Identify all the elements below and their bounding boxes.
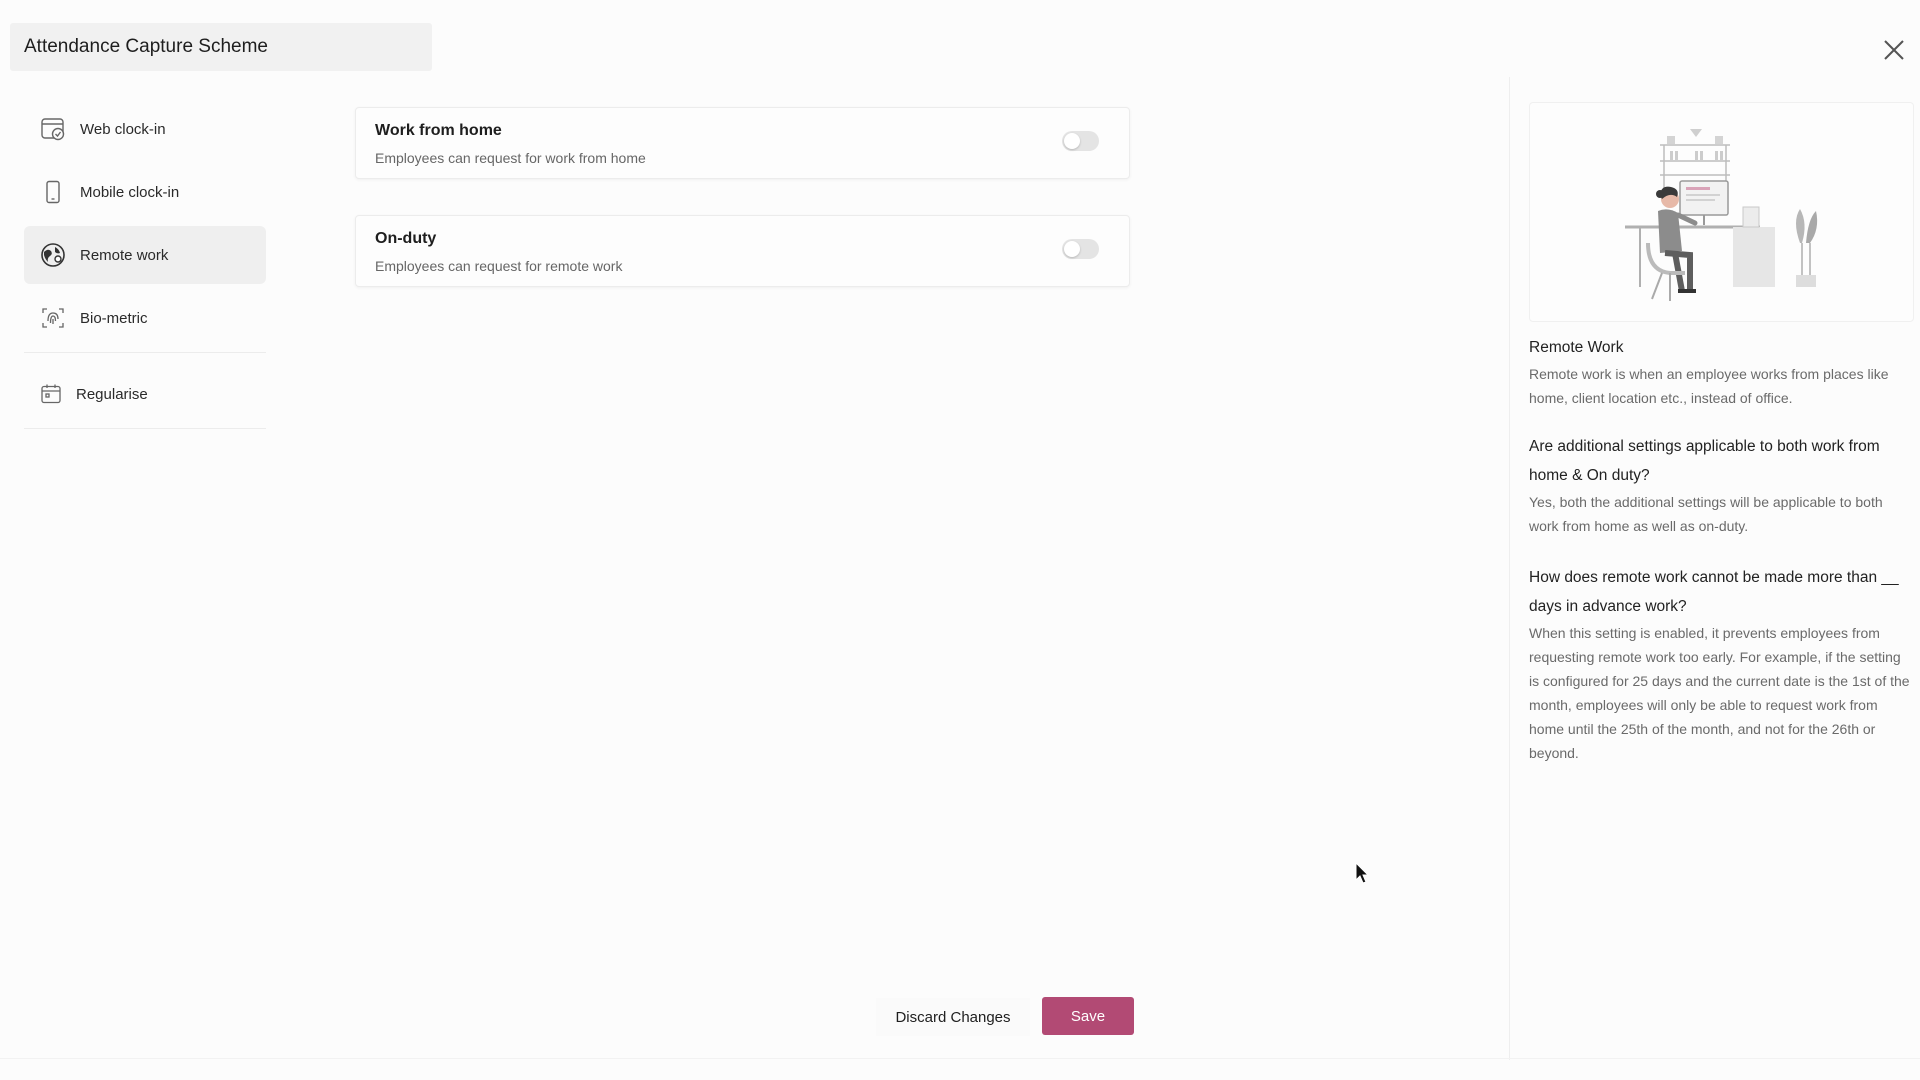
sidebar-item-label: Mobile clock-in <box>80 183 180 201</box>
sidebar-item-web-clock-in[interactable]: Web clock-in <box>24 100 266 158</box>
sidebar-item-bio-metric[interactable]: Bio-metric <box>24 289 266 347</box>
save-button[interactable]: Save <box>1042 997 1134 1035</box>
remote-work-icon <box>40 242 66 268</box>
sidebar-item-label: Remote work <box>80 246 169 264</box>
sidebar-item-label: Regularise <box>76 385 148 403</box>
faq-answer: When this setting is enabled, it prevent… <box>1529 625 1910 761</box>
sidebar-nav: Web clock-in Mobile clock-in Remote work… <box>24 100 266 441</box>
calendar-icon <box>38 381 64 407</box>
card-title: Work from home <box>375 122 502 139</box>
bottom-divider <box>0 1058 1920 1059</box>
faq-item: How does remote work cannot be made more… <box>1529 563 1914 765</box>
remote-work-illustration <box>1529 102 1914 322</box>
web-clock-icon <box>40 116 66 142</box>
sidebar-item-regularise[interactable]: Regularise <box>24 365 266 423</box>
sidebar-item-label: Web clock-in <box>80 120 166 138</box>
mobile-icon <box>40 179 66 205</box>
fingerprint-icon <box>40 305 66 331</box>
work-from-home-card: Work from home Employees can request for… <box>355 107 1130 179</box>
help-title: Remote Work <box>1529 339 1624 356</box>
help-panel: Remote Work Remote work is when an emplo… <box>1509 77 1920 1060</box>
on-duty-card: On-duty Employees can request for remote… <box>355 215 1130 287</box>
on-duty-toggle[interactable] <box>1062 239 1099 259</box>
faq-item: Are additional settings applicable to bo… <box>1529 432 1914 538</box>
sidebar-item-label: Bio-metric <box>80 309 148 327</box>
help-intro-text: Remote work is when an employee works fr… <box>1529 366 1889 406</box>
help-intro: Remote Work Remote work is when an emplo… <box>1529 333 1914 410</box>
work-from-home-toggle[interactable] <box>1062 131 1099 151</box>
card-description: Employees can request for work from home <box>375 150 646 166</box>
mouse-cursor-icon <box>1355 861 1371 886</box>
toggle-knob <box>1064 133 1080 149</box>
faq-question: Are additional settings applicable to bo… <box>1529 438 1880 484</box>
close-icon[interactable] <box>1880 36 1908 64</box>
nav-divider <box>24 352 266 353</box>
faq-answer: Yes, both the additional settings will b… <box>1529 494 1883 534</box>
card-description: Employees can request for remote work <box>375 258 623 274</box>
sidebar-item-mobile-clock-in[interactable]: Mobile clock-in <box>24 163 266 221</box>
page-title-text: Attendance Capture Scheme <box>24 36 268 57</box>
discard-changes-button[interactable]: Discard Changes <box>876 998 1030 1036</box>
page-title: Attendance Capture Scheme <box>10 23 432 71</box>
attendance-capture-scheme-page: Attendance Capture Scheme Web clock-in M… <box>0 0 1920 1080</box>
card-title: On-duty <box>375 230 437 247</box>
toggle-knob <box>1064 241 1080 257</box>
nav-divider <box>24 428 266 429</box>
sidebar-item-remote-work[interactable]: Remote work <box>24 226 266 284</box>
faq-question: How does remote work cannot be made more… <box>1529 569 1899 615</box>
